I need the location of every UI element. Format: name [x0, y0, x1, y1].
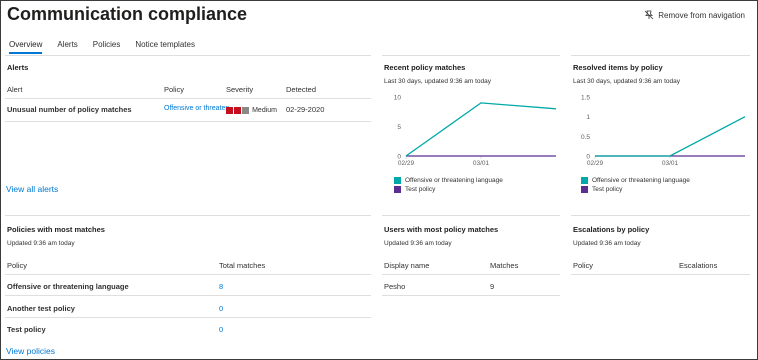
users-most-subtitle: Updated 9:36 am today: [384, 240, 452, 247]
y-tick-label: 0.5: [581, 134, 590, 141]
users-col-matches: Matches: [490, 261, 519, 270]
alerts-card-top-divider: [5, 55, 371, 56]
legend-item: Offensive or threatening language: [394, 177, 503, 184]
resolved-items-chart: 00.511.502/29 03/01: [581, 95, 746, 167]
legend-label: Offensive or threatening language: [405, 177, 503, 184]
users-most-title: Users with most policy matches: [384, 225, 499, 234]
recent-card-top-divider: [382, 55, 560, 56]
policy-name: Another test policy: [7, 304, 75, 313]
alert-detected-date: 02-29-2020: [286, 105, 325, 114]
resolved-items-title: Resolved items by policy: [573, 63, 663, 72]
view-all-alerts-link[interactable]: View all alerts: [6, 184, 58, 194]
alerts-title: Alerts: [7, 63, 29, 72]
series-line: [595, 116, 746, 157]
alerts-row-divider: [5, 121, 371, 122]
policy-matches-link[interactable]: 0: [219, 304, 223, 313]
escalations-subtitle: Updated 9:36 am today: [573, 240, 641, 247]
legend-swatch: [394, 177, 401, 184]
tab-alerts[interactable]: Alerts: [57, 40, 77, 54]
tab-bar: Overview Alerts Policies Notice template…: [9, 40, 195, 54]
policies-most-title: Policies with most matches: [7, 225, 105, 234]
severity-bar-1: [226, 106, 233, 114]
alerts-col-detected: Detected: [286, 85, 317, 94]
remove-from-navigation-button[interactable]: Remove from navigation: [644, 10, 745, 20]
recent-matches-subtitle: Last 30 days, updated 9:36 am today: [384, 78, 491, 85]
alert-policy-link[interactable]: Offensive or threaten...: [164, 105, 235, 112]
users-card-top-divider: [382, 215, 560, 216]
page-title: Communication compliance: [7, 4, 248, 24]
policies-col-policy: Policy: [7, 261, 28, 270]
alerts-col-severity: Severity: [226, 85, 254, 94]
x-tick-label: 03/01: [473, 160, 490, 167]
recent-matches-chart: 051002/29 03/01: [394, 95, 557, 167]
user-matches: 9: [490, 282, 495, 291]
tab-notice-templates[interactable]: Notice templates: [135, 40, 195, 54]
x-tick-label: 02/29: [587, 160, 604, 167]
legend-swatch: [581, 186, 588, 193]
policies-row-divider: [5, 317, 371, 318]
escalations-header-divider: [571, 274, 750, 275]
users-col-name: Display name: [384, 261, 430, 270]
severity-indicator: Medium: [226, 105, 277, 114]
y-tick-label: 1: [586, 114, 590, 121]
legend-item: Test policy: [394, 186, 435, 193]
escalations-card-top-divider: [571, 215, 750, 216]
series-line: [405, 102, 557, 157]
view-policies-link[interactable]: View policies: [6, 346, 55, 356]
alert-name: Unusual number of policy matches: [7, 105, 132, 114]
table-row[interactable]: Unusual number of policy matches Offensi…: [5, 99, 371, 121]
tab-policies[interactable]: Policies: [93, 40, 121, 54]
users-header-divider: [382, 274, 560, 275]
remove-from-navigation-label: Remove from navigation: [658, 10, 745, 20]
policies-header-divider: [5, 274, 371, 275]
policy-matches-link[interactable]: 8: [219, 282, 223, 291]
policy-matches-link[interactable]: 0: [219, 325, 223, 334]
escalations-col-policy: Policy: [573, 261, 594, 270]
escalations-col-count: Escalations: [679, 261, 718, 270]
policies-col-total: Total matches: [219, 261, 266, 270]
legend-item: Test policy: [581, 186, 622, 193]
policies-most-subtitle: Updated 9:36 am today: [7, 240, 75, 247]
resolved-card-top-divider: [571, 55, 750, 56]
policy-name: Test policy: [7, 325, 46, 334]
legend-label: Offensive or threatening language: [592, 177, 690, 184]
user-name: Pesho: [384, 282, 406, 291]
x-tick-label: 03/01: [662, 160, 679, 167]
legend-item: Offensive or threatening language: [581, 177, 690, 184]
legend-label: Test policy: [592, 186, 623, 193]
y-tick-label: 1.5: [581, 95, 590, 102]
unpin-icon: [644, 10, 654, 20]
legend-swatch: [581, 177, 588, 184]
severity-bar-3: [242, 106, 249, 114]
severity-label: Medium: [252, 107, 277, 114]
alerts-col-policy: Policy: [164, 85, 185, 94]
recent-matches-title: Recent policy matches: [384, 63, 466, 72]
users-row-divider: [382, 295, 560, 296]
severity-bar-2: [234, 106, 241, 114]
escalations-title: Escalations by policy: [573, 225, 650, 234]
y-tick-label: 5: [397, 124, 401, 131]
policies-card-top-divider: [5, 215, 371, 216]
y-tick-label: 10: [394, 95, 402, 102]
legend-swatch: [394, 186, 401, 193]
tab-overview[interactable]: Overview: [9, 40, 43, 54]
resolved-items-subtitle: Last 30 days, updated 9:36 am today: [573, 78, 680, 85]
policies-row-divider: [5, 295, 371, 296]
policy-name: Offensive or threatening language: [7, 282, 129, 291]
x-tick-label: 02/29: [398, 160, 415, 167]
alerts-col-alert: Alert: [7, 85, 23, 94]
legend-label: Test policy: [405, 186, 436, 193]
